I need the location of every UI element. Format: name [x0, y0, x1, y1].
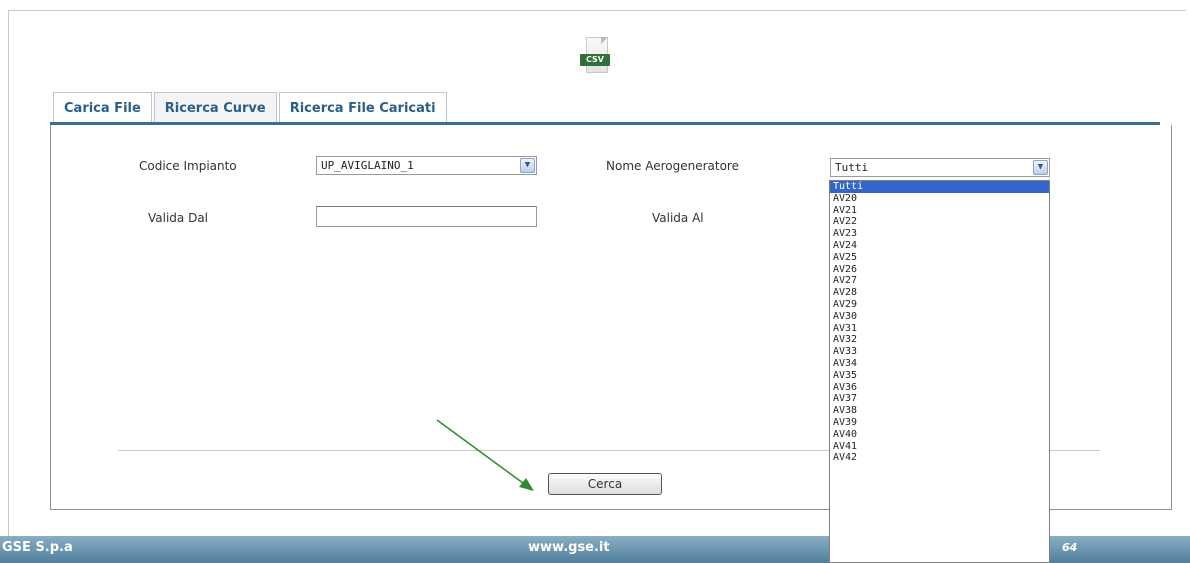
dropdown-option[interactable]: AV39 — [830, 417, 1049, 429]
nome-aerogeneratore-select[interactable]: Tutti ▼ — [830, 158, 1050, 177]
codice-impianto-value: UP_AVIGLAINO_1 — [321, 159, 414, 172]
dropdown-option[interactable]: AV35 — [830, 370, 1049, 382]
csv-tag-label: CSV — [580, 54, 610, 66]
dropdown-option[interactable]: AV21 — [830, 205, 1049, 217]
valida-al-label: Valida Al — [652, 211, 704, 225]
valida-dal-input[interactable] — [316, 206, 537, 227]
aerogeneratore-dropdown-list[interactable]: Tutti AV20 AV21 AV22 AV23 AV24 AV25 AV26 AV27 AV2… — [829, 180, 1050, 563]
dropdown-option[interactable]: AV34 — [830, 358, 1049, 370]
tab-bar: Carica File Ricerca Curve Ricerca File C… — [53, 92, 449, 123]
dropdown-option[interactable]: AV22 — [830, 216, 1049, 228]
chevron-down-icon[interactable]: ▼ — [1033, 160, 1048, 175]
dropdown-option[interactable]: AV36 — [830, 382, 1049, 394]
tab-ricerca-curve[interactable]: Ricerca Curve — [153, 92, 277, 123]
tab-ricerca-file-caricati[interactable]: Ricerca File Caricati — [278, 92, 447, 123]
dropdown-option[interactable]: AV24 — [830, 240, 1049, 252]
dropdown-option[interactable]: Tutti — [830, 181, 1049, 193]
dropdown-option[interactable]: AV41 — [830, 441, 1049, 453]
nome-aerogeneratore-label: Nome Aerogeneratore — [606, 159, 739, 173]
dropdown-option[interactable]: AV27 — [830, 275, 1049, 287]
dropdown-option[interactable]: AV42 — [830, 452, 1049, 464]
codice-impianto-label: Codice Impianto — [139, 159, 237, 173]
csv-file-icon[interactable]: CSV — [580, 37, 614, 77]
footer-website-link[interactable]: www.gse.it — [528, 540, 610, 555]
dropdown-option[interactable]: AV23 — [830, 228, 1049, 240]
dropdown-option[interactable]: AV25 — [830, 252, 1049, 264]
cerca-button[interactable]: Cerca — [548, 473, 662, 495]
valida-dal-label: Valida Dal — [148, 211, 209, 225]
dropdown-option[interactable]: AV37 — [830, 393, 1049, 405]
dropdown-option[interactable]: AV32 — [830, 334, 1049, 346]
codice-impianto-select[interactable]: UP_AVIGLAINO_1 ▼ — [316, 156, 537, 175]
dropdown-option[interactable]: AV26 — [830, 264, 1049, 276]
dropdown-option[interactable]: AV28 — [830, 287, 1049, 299]
footer-page-number: 64 — [1062, 541, 1078, 554]
footer-company: GSE S.p.a — [2, 540, 73, 555]
dropdown-option[interactable]: AV30 — [830, 311, 1049, 323]
chevron-down-icon[interactable]: ▼ — [520, 158, 535, 173]
dropdown-option[interactable]: AV20 — [830, 193, 1049, 205]
dropdown-option[interactable]: AV40 — [830, 429, 1049, 441]
csv-page-fold — [601, 37, 608, 44]
dropdown-option[interactable]: AV33 — [830, 346, 1049, 358]
nome-aerogeneratore-value: Tutti — [835, 161, 869, 174]
dropdown-option[interactable]: AV29 — [830, 299, 1049, 311]
dropdown-option[interactable]: AV31 — [830, 323, 1049, 335]
tab-carica-file[interactable]: Carica File — [53, 92, 152, 123]
dropdown-option[interactable]: AV38 — [830, 405, 1049, 417]
